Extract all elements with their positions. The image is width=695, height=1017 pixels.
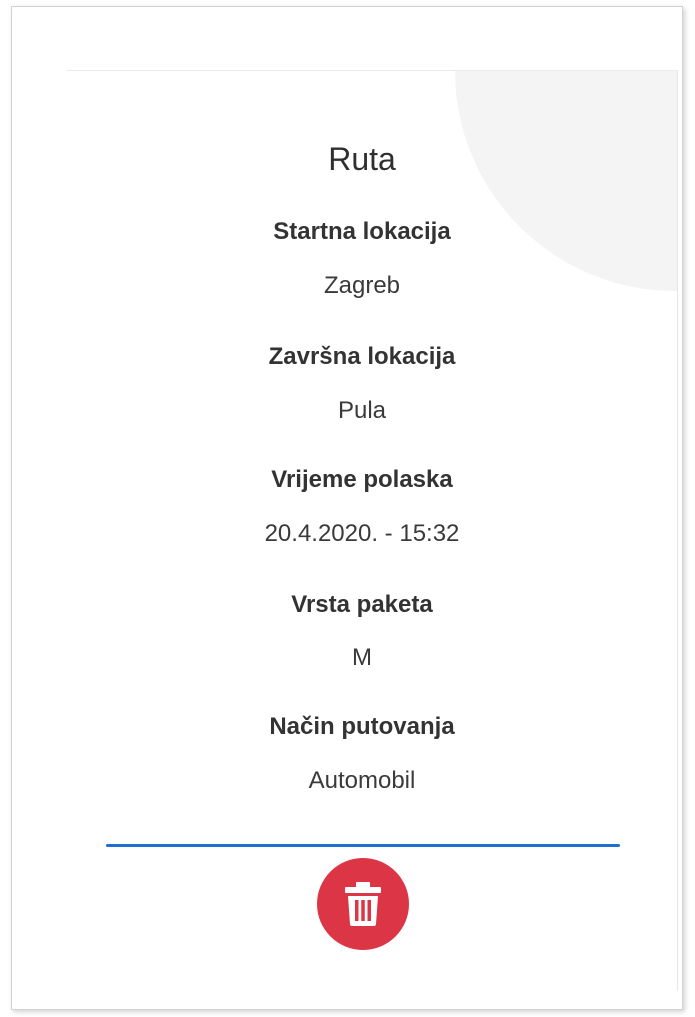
package-type-value: M	[352, 644, 372, 671]
start-location-label: Startna lokacija	[273, 218, 451, 245]
card-title: Ruta	[328, 141, 396, 177]
start-location-value: Zagreb	[323, 272, 401, 299]
travel-mode-value: Automobil	[308, 767, 416, 794]
decorative-corner-circle	[455, 71, 677, 291]
package-type-label: Vrsta paketa	[291, 591, 433, 618]
end-location-label: Završna lokacija	[268, 343, 456, 370]
departure-time-value: 20.4.2020. - 15:32	[264, 520, 460, 547]
window-frame: Ruta Startna lokacija Zagreb Završna lok…	[11, 6, 683, 1010]
route-card: Ruta Startna lokacija Zagreb Završna lok…	[67, 70, 678, 991]
travel-mode-label: Način putovanja	[269, 713, 455, 740]
delete-button[interactable]	[317, 858, 409, 950]
trash-icon	[344, 882, 382, 926]
departure-time-label: Vrijeme polaska	[271, 466, 453, 493]
divider-line	[106, 844, 620, 847]
end-location-value: Pula	[337, 397, 387, 424]
